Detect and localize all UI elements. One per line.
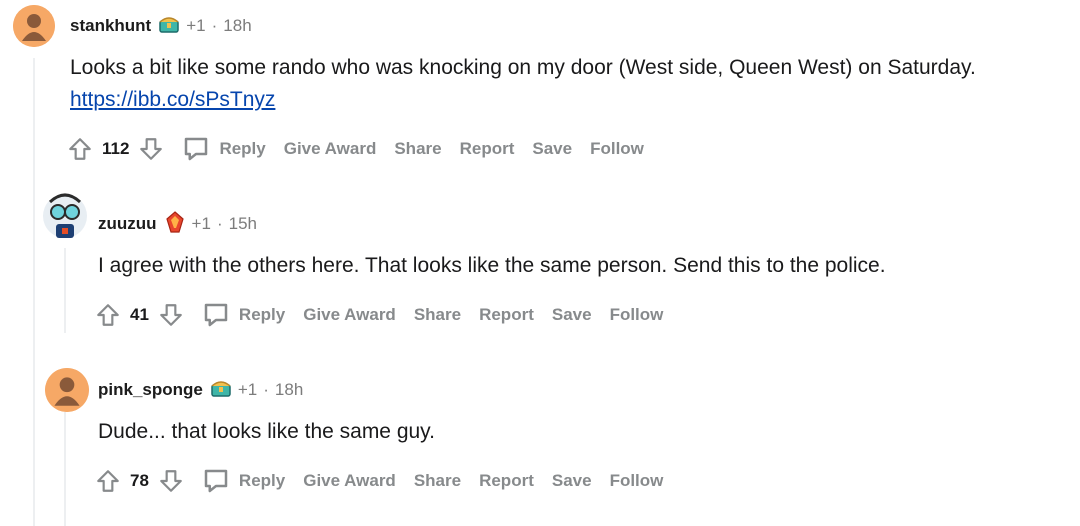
report-button[interactable]: Report xyxy=(460,139,515,159)
comment-text: Dude... that looks like the same guy. xyxy=(98,420,435,443)
upvote-arrow-icon[interactable] xyxy=(94,467,122,495)
username[interactable]: pink_sponge xyxy=(98,380,203,400)
comment-body: Looks a bit like some rando who was knoc… xyxy=(70,52,1060,116)
share-button[interactable]: Share xyxy=(394,139,441,159)
reply-button[interactable]: Reply xyxy=(201,466,285,496)
comment-bubble-icon xyxy=(185,137,208,161)
separator: · xyxy=(263,380,269,399)
save-button[interactable]: Save xyxy=(532,139,572,159)
karma-count: +1 xyxy=(237,380,258,399)
comment-header: zuuzuu +1 · 15h xyxy=(98,210,257,238)
timestamp[interactable]: 18h xyxy=(223,16,251,36)
comment-body: Dude... that looks like the same guy. xyxy=(98,416,1058,448)
vote-score: 78 xyxy=(130,471,149,490)
downvote-arrow-icon[interactable] xyxy=(157,301,185,329)
treasure-chest-award-icon[interactable] xyxy=(210,378,232,403)
user-avatar-icon xyxy=(45,368,89,412)
reply-label: Reply xyxy=(219,139,266,158)
share-button[interactable]: Share xyxy=(414,471,461,491)
comment-link[interactable]: https://ibb.co/sPsTnyz xyxy=(70,84,1060,116)
reply-label: Reply xyxy=(238,471,286,490)
comment-text: Looks a bit like some rando who was knoc… xyxy=(70,56,976,79)
comment-header: stankhunt +1 · 18h xyxy=(70,14,252,38)
reply-button[interactable]: Reply xyxy=(181,134,266,164)
separator: · xyxy=(211,16,218,35)
report-button[interactable]: Report xyxy=(479,471,534,491)
save-button[interactable]: Save xyxy=(552,305,592,325)
comment-actions: 78 Reply Give Award Share Report Save Fo… xyxy=(94,463,663,499)
follow-button[interactable]: Follow xyxy=(610,471,664,491)
upvote-arrow-icon[interactable] xyxy=(94,301,122,329)
timestamp[interactable]: 15h xyxy=(229,214,257,234)
follow-button[interactable]: Follow xyxy=(590,139,644,159)
give-award-button[interactable]: Give Award xyxy=(303,471,396,491)
share-button[interactable]: Share xyxy=(414,305,461,325)
comment-body: I agree with the others here. That looks… xyxy=(98,250,1058,282)
username[interactable]: zuuzuu xyxy=(98,214,157,234)
downvote-arrow-icon[interactable] xyxy=(157,467,185,495)
reply-button[interactable]: Reply xyxy=(201,300,285,330)
karma-count: +1 xyxy=(186,16,206,35)
avatar[interactable] xyxy=(40,188,90,240)
treasure-chest-award-icon[interactable] xyxy=(158,14,180,39)
username[interactable]: stankhunt xyxy=(70,16,151,36)
save-button[interactable]: Save xyxy=(552,471,592,491)
vote-score: 41 xyxy=(130,305,149,324)
reply-label: Reply xyxy=(238,305,286,324)
fire-gem-award-icon[interactable] xyxy=(164,210,186,238)
comment-actions: 41 Reply Give Award Share Report Save Fo… xyxy=(94,297,663,333)
user-avatar-icon xyxy=(13,5,55,47)
follow-button[interactable]: Follow xyxy=(610,305,664,325)
downvote-arrow-icon[interactable] xyxy=(137,135,165,163)
give-award-button[interactable]: Give Award xyxy=(284,139,377,159)
thread-line[interactable] xyxy=(64,248,66,333)
give-award-button[interactable]: Give Award xyxy=(303,305,396,325)
comment-header: pink_sponge +1 · 18h xyxy=(98,378,303,402)
separator: · xyxy=(216,214,223,233)
vote-score: 112 xyxy=(102,139,130,158)
avatar[interactable] xyxy=(45,368,89,412)
avatar[interactable] xyxy=(13,5,55,47)
upvote-arrow-icon[interactable] xyxy=(66,135,94,163)
comment-bubble-icon xyxy=(204,469,228,493)
timestamp[interactable]: 18h xyxy=(275,380,303,400)
thread-line[interactable] xyxy=(64,412,66,526)
comment-bubble-icon xyxy=(204,303,228,327)
karma-count: +1 xyxy=(191,214,211,233)
robot-avatar-icon xyxy=(43,193,87,238)
comment-text: I agree with the others here. That looks… xyxy=(98,254,886,277)
report-button[interactable]: Report xyxy=(479,305,534,325)
thread-line[interactable] xyxy=(33,58,35,526)
comment-actions: 112 Reply Give Award Share Report Save F… xyxy=(66,131,644,167)
